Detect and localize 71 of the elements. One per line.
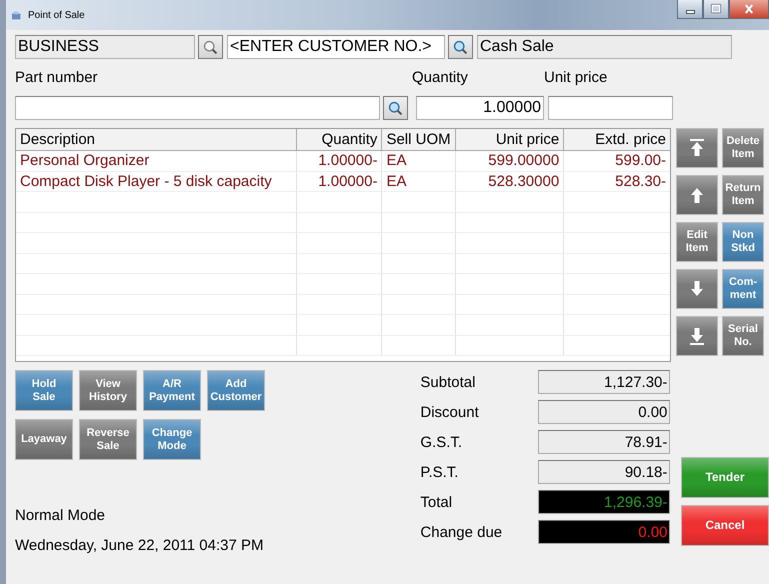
table-cell: 599.00000 (456, 151, 564, 170)
arrow-button[interactable] (676, 128, 718, 168)
table-cell-text: 528.30- (614, 172, 668, 191)
account-field: BUSINESS (15, 35, 195, 59)
arrow-button[interactable] (676, 175, 718, 215)
total-value-field: 1,127.30- (538, 370, 670, 394)
minimize-button[interactable] (677, 0, 703, 19)
table-cell: Personal Organizer (16, 151, 297, 170)
unit-price-field[interactable] (548, 96, 673, 120)
close-button[interactable] (729, 0, 769, 19)
table-cell: 1.00000- (296, 151, 382, 170)
total-label: Total (420, 494, 454, 510)
maximize-button[interactable] (703, 0, 729, 19)
action-button[interactable]: Reverse Sale (79, 419, 137, 460)
column-header[interactable]: Quantity (296, 129, 382, 150)
side-button[interactable]: Delete Item (722, 128, 764, 168)
total-label: P.S.T. (420, 464, 460, 480)
tender-button[interactable]: Tender (681, 457, 769, 498)
quantity-label: Quantity (412, 69, 469, 86)
minimize-icon (686, 10, 694, 14)
side-button[interactable]: Serial No. (722, 316, 764, 356)
part-number-field[interactable] (15, 96, 380, 120)
customer-name-field: Cash Sale (477, 35, 732, 59)
side-button[interactable]: Non Stkd (722, 222, 764, 262)
side-button[interactable]: Edit Item (676, 222, 718, 262)
total-value-field: 0.00 (538, 520, 670, 544)
action-button[interactable]: Add Customer (207, 370, 265, 411)
action-button[interactable]: Change Mode (143, 419, 201, 460)
column-header[interactable]: Sell UOM (382, 129, 456, 150)
total-value-field: 78.91- (538, 430, 670, 454)
column-header[interactable]: Description (16, 129, 297, 150)
total-value-field: 0.00 (538, 400, 670, 424)
arrow-to-top-icon (687, 137, 707, 159)
arrow-button[interactable] (676, 269, 718, 309)
part-number-label: Part number (15, 69, 99, 86)
arrow-button[interactable] (676, 316, 718, 356)
table-cell: EA (382, 172, 456, 191)
column-header[interactable]: Extd. price (564, 129, 670, 150)
side-button[interactable]: Com-ment (722, 269, 764, 309)
search-button[interactable] (383, 96, 408, 120)
search-icon (387, 100, 404, 116)
action-button[interactable]: Layaway (15, 419, 73, 460)
mode-text: Normal Mode (15, 506, 106, 526)
total-value-field: 1,296.39- (538, 490, 670, 514)
quantity-field[interactable]: 1.00000 (416, 96, 544, 120)
total-label: Subtotal (420, 374, 476, 390)
table-cell: EA (382, 151, 456, 170)
total-label: G.S.T. (420, 434, 464, 450)
search-icon (452, 38, 469, 56)
search-button[interactable] (448, 35, 473, 59)
side-button[interactable]: Return Item (722, 175, 764, 215)
cancel-button[interactable]: Cancel (681, 505, 769, 546)
arrow-to-bottom-icon (687, 325, 707, 347)
action-button[interactable]: A/R Payment (143, 370, 201, 411)
total-value-field: 90.18- (538, 460, 670, 484)
total-label: Discount (420, 404, 480, 420)
table-cell: 1.00000- (296, 172, 382, 191)
app-icon (10, 9, 23, 22)
action-button[interactable]: Hold Sale (15, 370, 73, 411)
customer-field[interactable]: <ENTER CUSTOMER NO.> (227, 35, 445, 59)
date-time-text: Wednesday, June 22, 2011 04:37 PM (15, 536, 265, 556)
table-cell: Compact Disk Player - 5 disk capacity (16, 172, 297, 191)
window-title: Point of Sale (28, 10, 85, 21)
column-header[interactable]: Unit price (456, 129, 564, 150)
table-cell-text: 599.00- (614, 151, 668, 170)
total-label: Change due (420, 524, 504, 540)
unit-price-label: Unit price (544, 69, 608, 86)
search-button[interactable] (198, 35, 223, 59)
search-icon (202, 38, 219, 56)
action-button[interactable]: View History (79, 370, 137, 411)
table-cell: 528.30000 (456, 172, 564, 191)
